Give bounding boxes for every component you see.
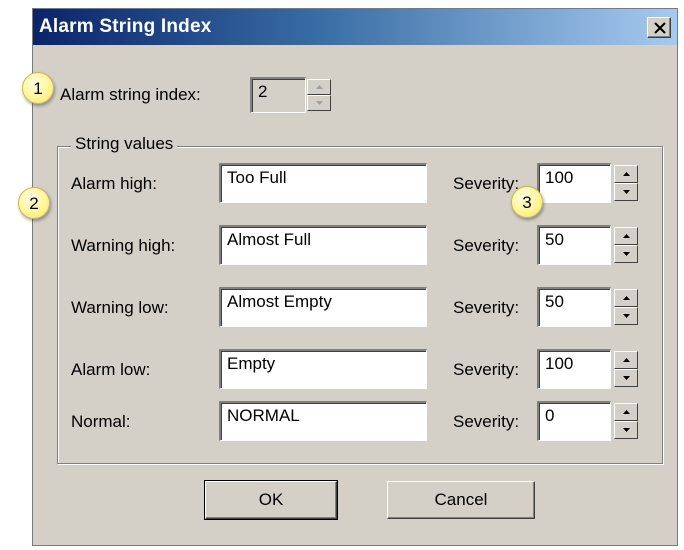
spin-up[interactable] [614, 289, 638, 307]
severity-label-warning-low: Severity: [453, 298, 520, 317]
index-field[interactable]: 2 [250, 77, 306, 113]
string-values-legend: String values [71, 134, 178, 154]
callout-2: 2 [18, 187, 50, 219]
row-label-alarm-high: Alarm high: [71, 174, 157, 193]
normal-severity-field[interactable]: 0 [537, 401, 611, 441]
warning-low-severity-spinner [614, 289, 638, 325]
index-spin-down[interactable] [307, 95, 331, 111]
row-label-alarm-low: Alarm low: [71, 360, 151, 379]
alarm-high-field[interactable]: Too Full [219, 163, 427, 203]
severity-label-alarm-high: Severity: [453, 174, 520, 193]
warning-low-field[interactable]: Almost Empty [219, 287, 427, 327]
index-label: Alarm string index: [60, 85, 201, 104]
arrow-up-icon [316, 85, 323, 89]
arrow-down-icon [623, 314, 630, 318]
title-bar[interactable]: Alarm String Index [33, 9, 677, 45]
cancel-button[interactable]: Cancel [387, 481, 535, 519]
arrow-up-icon [623, 234, 630, 238]
alarm-low-severity-spinner [614, 351, 638, 387]
index-spinner [307, 79, 331, 111]
row-label-warning-low: Warning low: [71, 298, 169, 317]
alarm-low-field[interactable]: Empty [219, 349, 427, 389]
ok-button[interactable]: OK [204, 480, 338, 520]
warning-low-severity-field[interactable]: 50 [537, 287, 611, 327]
severity-label-warning-high: Severity: [453, 236, 520, 255]
arrow-up-icon [623, 296, 630, 300]
arrow-down-icon [316, 101, 323, 105]
spin-up[interactable] [614, 165, 638, 183]
arrow-down-icon [623, 376, 630, 380]
severity-label-alarm-low: Severity: [453, 360, 520, 379]
spin-down[interactable] [614, 307, 638, 325]
close-button[interactable] [647, 17, 671, 38]
spin-up[interactable] [614, 351, 638, 369]
warning-high-field[interactable]: Almost Full [219, 225, 427, 265]
arrow-down-icon [623, 252, 630, 256]
alarm-high-severity-spinner [614, 165, 638, 201]
spin-up[interactable] [614, 227, 638, 245]
alarm-string-index-dialog: Alarm String Index Alarm string index: 2… [32, 8, 678, 546]
normal-severity-spinner [614, 403, 638, 439]
normal-field[interactable]: NORMAL [219, 401, 427, 441]
warning-high-severity-spinner [614, 227, 638, 263]
warning-high-severity-field[interactable]: 50 [537, 225, 611, 265]
index-spin-up[interactable] [307, 79, 331, 95]
severity-label-normal: Severity: [453, 412, 520, 431]
row-label-normal: Normal: [71, 412, 131, 431]
spin-down[interactable] [614, 183, 638, 201]
window-title: Alarm String Index [39, 16, 212, 37]
row-label-warning-high: Warning high: [71, 236, 176, 255]
spin-down[interactable] [614, 369, 638, 387]
arrow-down-icon [623, 190, 630, 194]
callout-1: 1 [22, 72, 54, 104]
spin-up[interactable] [614, 403, 638, 421]
arrow-up-icon [623, 358, 630, 362]
arrow-up-icon [623, 172, 630, 176]
alarm-high-severity-field[interactable]: 100 [537, 163, 611, 203]
alarm-low-severity-field[interactable]: 100 [537, 349, 611, 389]
spin-down[interactable] [614, 421, 638, 439]
callout-3: 3 [511, 186, 543, 218]
close-icon [654, 22, 666, 34]
spin-down[interactable] [614, 245, 638, 263]
arrow-down-icon [623, 428, 630, 432]
arrow-up-icon [623, 410, 630, 414]
